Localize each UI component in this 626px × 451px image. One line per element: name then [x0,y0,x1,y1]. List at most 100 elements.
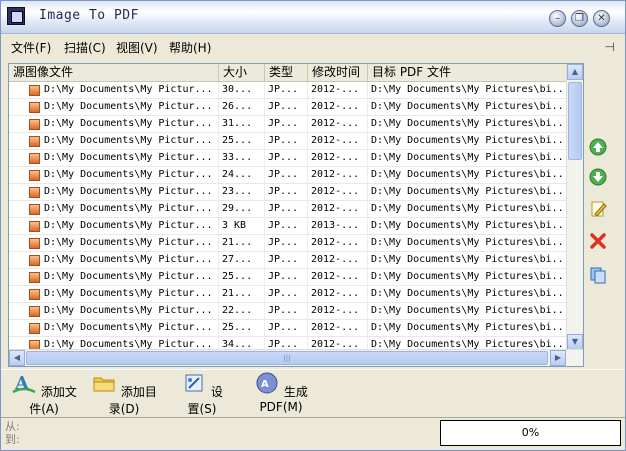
copy-icon[interactable] [588,265,608,285]
column-header-modified[interactable]: 修改时间 [308,64,368,81]
cell-size: 21... [219,235,265,251]
image-file-icon [29,221,40,232]
close-icon: ✕ [597,13,606,24]
cell-size: 30... [219,82,265,98]
cell-target: D:\My Documents\My Pictures\bi... [368,235,567,251]
menu-view[interactable]: 视图(V) [116,39,158,56]
cell-size: 22... [219,303,265,319]
menu-scan[interactable]: 扫描(C) [64,39,106,56]
image-file-icon [29,255,40,266]
table-row[interactable]: D:\My Documents\My Pictur... 29... JP... 20… [9,201,567,218]
cell-modified: 2012-... [308,269,368,285]
cell-size: 27... [219,252,265,268]
scroll-down-button[interactable]: ▼ [567,334,583,350]
cell-modified: 2012-... [308,320,368,336]
cell-type: JP... [265,167,308,183]
vertical-scrollbar[interactable]: ▲ ▼ [566,64,583,350]
cell-source: D:\My Documents\My Pictur... [41,303,219,319]
cell-type: JP... [265,184,308,200]
column-header-source[interactable]: 源图像文件 [9,64,219,81]
table-row[interactable]: D:\My Documents\My Pictur... 3 KB JP... 201… [9,218,567,235]
cell-size: 29... [219,201,265,217]
table-row[interactable]: D:\My Documents\My Pictur... 21... JP... 20… [9,235,567,252]
cell-modified: 2012-... [308,133,368,149]
move-down-icon[interactable] [588,167,608,187]
vertical-scroll-thumb[interactable] [568,82,582,160]
add-directory-button[interactable]: 添加目录(D) [89,372,159,416]
cell-modified: 2013-... [308,218,368,234]
table-row[interactable]: D:\My Documents\My Pictur... 25... JP... 20… [9,269,567,286]
minimize-button[interactable]: – [549,10,566,27]
cell-type: JP... [265,320,308,336]
table-row[interactable]: D:\My Documents\My Pictur... 25... JP... 20… [9,320,567,337]
table-row[interactable]: D:\My Documents\My Pictur... 23... JP... 20… [9,184,567,201]
pin-icon[interactable]: ⊣ [605,40,615,54]
close-button[interactable]: ✕ [593,10,610,27]
cell-target: D:\My Documents\My Pictures\bi... [368,133,567,149]
table-row[interactable]: D:\My Documents\My Pictur... 25... JP... 20… [9,133,567,150]
settings-button[interactable]: 设置(S) [177,372,227,416]
cell-modified: 2012-... [308,184,368,200]
cell-size: 25... [219,269,265,285]
table-row[interactable]: D:\My Documents\My Pictur... 30... JP... 20… [9,82,567,99]
cell-type: JP... [265,235,308,251]
cell-modified: 2012-... [308,235,368,251]
scroll-up-button[interactable]: ▲ [567,64,583,80]
file-list[interactable]: 源图像文件 大小 类型 修改时间 目标 PDF 文件 D:\My Documen… [8,63,584,367]
table-row[interactable]: D:\My Documents\My Pictur... 31... JP... 20… [9,116,567,133]
table-row[interactable]: D:\My Documents\My Pictur... 22... JP... 20… [9,303,567,320]
cell-size: 33... [219,150,265,166]
cell-source: D:\My Documents\My Pictur... [41,218,219,234]
image-file-icon [29,153,40,164]
menu-help[interactable]: 帮助(H) [169,39,211,56]
column-header-type[interactable]: 类型 [265,64,308,81]
cell-type: JP... [265,303,308,319]
move-up-icon[interactable] [588,137,608,157]
cell-target: D:\My Documents\My Pictures\bi... [368,320,567,336]
cell-source: D:\My Documents\My Pictur... [41,184,219,200]
cell-type: JP... [265,99,308,115]
cell-target: D:\My Documents\My Pictures\bi... [368,116,567,132]
cell-source: D:\My Documents\My Pictur... [41,167,219,183]
table-row[interactable]: D:\My Documents\My Pictur... 21... JP... 20… [9,286,567,303]
table-row[interactable]: D:\My Documents\My Pictur... 33... JP... 20… [9,150,567,167]
delete-icon[interactable] [588,231,608,251]
cell-size: 21... [219,286,265,302]
settings-icon [185,374,203,392]
title-bar[interactable]: Image To PDF – ❐ ✕ [1,1,625,34]
menu-file[interactable]: 文件(F) [11,39,51,56]
cell-source: D:\My Documents\My Pictur... [41,235,219,251]
cell-size: 31... [219,116,265,132]
cell-source: D:\My Documents\My Pictur... [41,286,219,302]
cell-size: 25... [219,320,265,336]
cell-modified: 2012-... [308,252,368,268]
cell-source: D:\My Documents\My Pictur... [41,133,219,149]
to-label: 到: [5,433,20,446]
image-file-icon [29,323,40,334]
bottom-toolbar: A 添加文件(A) 添加目录(D) 设置(S) A 生成 PDF(M) [1,369,625,416]
cell-target: D:\My Documents\My Pictures\bi... [368,150,567,166]
edit-icon[interactable] [588,199,608,219]
table-row[interactable]: D:\My Documents\My Pictur... 24... JP... 20… [9,167,567,184]
image-file-icon [29,102,40,113]
cell-source: D:\My Documents\My Pictur... [41,269,219,285]
table-row[interactable]: D:\My Documents\My Pictur... 26... JP... 20… [9,99,567,116]
add-file-button[interactable]: A 添加文件(A) [9,372,79,416]
cell-size: 26... [219,99,265,115]
horizontal-scrollbar[interactable]: ◀ ||| ▶ [9,349,583,366]
generate-pdf-button[interactable]: A 生成 PDF(M) [245,372,317,414]
scroll-right-button[interactable]: ▶ [550,350,566,366]
scroll-left-button[interactable]: ◀ [9,350,25,366]
cell-type: JP... [265,82,308,98]
column-header-size[interactable]: 大小 [219,64,265,81]
cell-target: D:\My Documents\My Pictures\bi... [368,167,567,183]
horizontal-scroll-thumb[interactable]: ||| [26,351,548,365]
progress-text: 0% [521,426,540,439]
application-window: Image To PDF – ❐ ✕ 文件(F) 扫描(C) 视图(V) 帮助(… [0,0,626,451]
app-icon [7,7,25,25]
table-row[interactable]: D:\My Documents\My Pictur... 27... JP... 20… [9,252,567,269]
image-file-icon [29,136,40,147]
column-header-target[interactable]: 目标 PDF 文件 [368,64,567,81]
cell-modified: 2012-... [308,201,368,217]
restore-button[interactable]: ❐ [571,10,588,27]
